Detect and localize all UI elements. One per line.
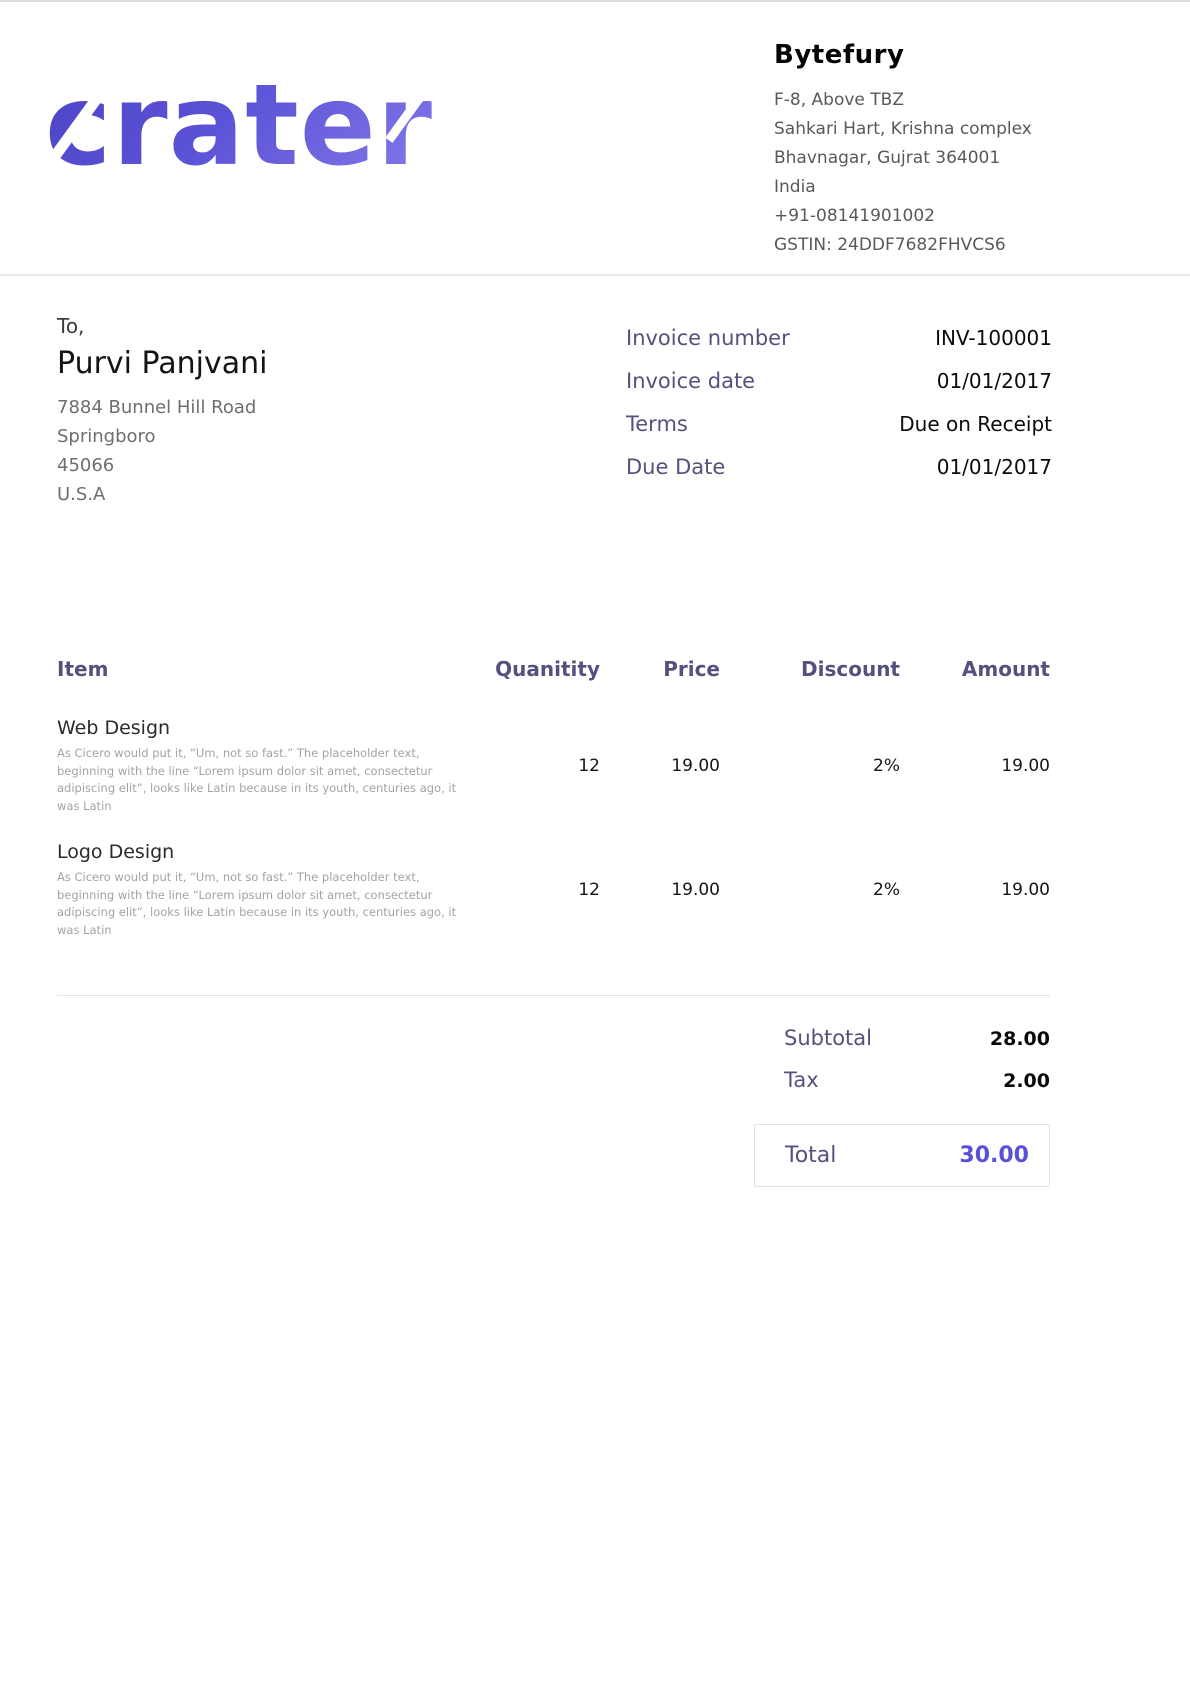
bill-to-prefix: To, [57, 314, 268, 338]
invoice-meta-block: Invoice number INV-100001 Invoice date 0… [626, 314, 1052, 498]
column-header-quantity: Quanitity [485, 657, 600, 681]
column-header-item: Item [57, 657, 485, 681]
company-address-line: F-8, Above TBZ [774, 86, 1052, 115]
column-header-discount: Discount [720, 657, 900, 681]
subtotal-row: Subtotal 28.00 [754, 1026, 1050, 1050]
customer-address-line: 45066 [57, 451, 268, 480]
tax-row: Tax 2.00 [754, 1068, 1050, 1092]
due-date-row: Due Date 01/01/2017 [626, 455, 1052, 479]
column-header-price: Price [600, 657, 720, 681]
invoice-page: crater Bytefury F-8, Above TBZ Sahkari H… [0, 0, 1190, 1684]
table-row: Web Design As Cicero would put it, “Um, … [57, 717, 1050, 815]
customer-address-line: U.S.A [57, 480, 268, 509]
invoice-number-value: INV-100001 [935, 326, 1052, 350]
invoice-date-label: Invoice date [626, 369, 755, 393]
item-name: Logo Design [57, 841, 485, 863]
table-bottom-divider [57, 995, 1050, 996]
customer-address-line: 7884 Bunnel Hill Road [57, 393, 268, 422]
terms-label: Terms [626, 412, 688, 436]
tax-label: Tax [784, 1068, 819, 1092]
items-table-header: Item Quanitity Price Discount Amount [57, 657, 1050, 681]
company-address-line: India [774, 173, 1052, 202]
item-amount: 19.00 [900, 756, 1050, 776]
company-gstin: GSTIN: 24DDF7682FHVCS6 [774, 231, 1052, 260]
due-date-value: 01/01/2017 [937, 455, 1052, 479]
terms-row: Terms Due on Receipt [626, 412, 1052, 436]
item-description: As Cicero would put it, “Um, not so fast… [57, 745, 477, 815]
terms-value: Due on Receipt [899, 412, 1052, 436]
company-name: Bytefury [774, 40, 1052, 70]
item-discount: 2% [720, 880, 900, 900]
item-discount: 2% [720, 756, 900, 776]
crater-logo: crater [45, 70, 433, 182]
invoice-number-label: Invoice number [626, 326, 790, 350]
item-price: 19.00 [600, 756, 720, 776]
company-address-line: Bhavnagar, Gujrat 364001 [774, 144, 1052, 173]
items-table: Item Quanitity Price Discount Amount Web… [0, 657, 1190, 996]
parties-section: To, Purvi Panjvani 7884 Bunnel Hill Road… [0, 276, 1190, 509]
item-amount: 19.00 [900, 880, 1050, 900]
total-label: Total [785, 1143, 836, 1168]
invoice-number-row: Invoice number INV-100001 [626, 326, 1052, 350]
totals-section: Subtotal 28.00 Tax 2.00 Total 30.00 [0, 1026, 1190, 1187]
due-date-label: Due Date [626, 455, 725, 479]
subtotal-value: 28.00 [990, 1028, 1050, 1050]
company-info-block: Bytefury F-8, Above TBZ Sahkari Hart, Kr… [774, 40, 1052, 260]
item-quantity: 12 [485, 880, 600, 900]
company-phone: +91-08141901002 [774, 202, 1052, 231]
customer-name: Purvi Panjvani [57, 346, 268, 381]
item-cell: Logo Design As Cicero would put it, “Um,… [57, 841, 485, 939]
totals-rows: Subtotal 28.00 Tax 2.00 [754, 1026, 1050, 1110]
total-box: Total 30.00 [754, 1124, 1050, 1187]
total-value: 30.00 [959, 1143, 1029, 1168]
invoice-date-row: Invoice date 01/01/2017 [626, 369, 1052, 393]
item-description: As Cicero would put it, “Um, not so fast… [57, 869, 477, 939]
item-price: 19.00 [600, 880, 720, 900]
invoice-header: crater Bytefury F-8, Above TBZ Sahkari H… [0, 2, 1190, 276]
company-address-line: Sahkari Hart, Krishna complex [774, 115, 1052, 144]
subtotal-label: Subtotal [784, 1026, 872, 1050]
invoice-date-value: 01/01/2017 [937, 369, 1052, 393]
bill-to-block: To, Purvi Panjvani 7884 Bunnel Hill Road… [57, 314, 268, 509]
table-row: Logo Design As Cicero would put it, “Um,… [57, 841, 1050, 939]
customer-address-line: Springboro [57, 422, 268, 451]
column-header-amount: Amount [900, 657, 1050, 681]
tax-value: 2.00 [1003, 1070, 1050, 1092]
item-name: Web Design [57, 717, 485, 739]
item-cell: Web Design As Cicero would put it, “Um, … [57, 717, 485, 815]
item-quantity: 12 [485, 756, 600, 776]
